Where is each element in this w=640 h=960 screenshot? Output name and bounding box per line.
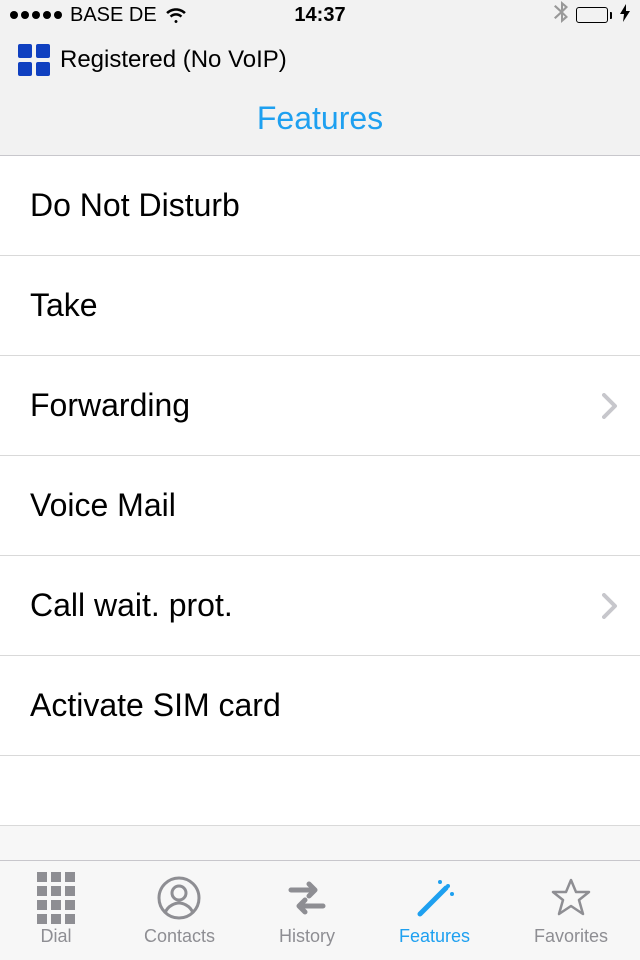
- features-list: Do Not Disturb Take Forwarding Voice Mai…: [0, 156, 640, 826]
- signal-strength-icon: [10, 11, 62, 19]
- status-right: [554, 1, 630, 29]
- feature-label: Take: [30, 287, 98, 324]
- feature-do-not-disturb[interactable]: Do Not Disturb: [0, 156, 640, 256]
- feature-activate-sim[interactable]: Activate SIM card: [0, 656, 640, 756]
- tab-label: Contacts: [144, 926, 215, 947]
- feature-forwarding[interactable]: Forwarding: [0, 356, 640, 456]
- tab-history[interactable]: History: [279, 874, 335, 947]
- feature-take[interactable]: Take: [0, 256, 640, 356]
- status-left: BASE DE: [10, 4, 187, 27]
- status-bar: BASE DE 14:37: [0, 0, 640, 30]
- tab-bar: Dial Contacts History Features Favorites: [0, 860, 640, 960]
- chevron-right-icon: [602, 593, 618, 619]
- feature-label: Voice Mail: [30, 487, 176, 524]
- tab-label: Dial: [40, 926, 71, 947]
- charging-icon: [620, 4, 630, 27]
- contacts-icon: [155, 874, 203, 922]
- feature-call-wait-prot[interactable]: Call wait. prot.: [0, 556, 640, 656]
- feature-label: Do Not Disturb: [30, 187, 240, 224]
- feature-voice-mail[interactable]: Voice Mail: [0, 456, 640, 556]
- app-header: Registered (No VoIP) Features: [0, 30, 640, 156]
- tab-label: Favorites: [534, 926, 608, 947]
- status-time: 14:37: [294, 4, 345, 27]
- feature-label: Call wait. prot.: [30, 587, 233, 624]
- tab-dial[interactable]: Dial: [32, 874, 80, 947]
- tab-label: Features: [399, 926, 470, 947]
- history-icon: [283, 874, 331, 922]
- bluetooth-icon: [554, 1, 568, 29]
- battery-icon: [576, 7, 612, 23]
- feature-label: Forwarding: [30, 387, 190, 424]
- wand-icon: [410, 874, 458, 922]
- tab-label: History: [279, 926, 335, 947]
- tab-contacts[interactable]: Contacts: [144, 874, 215, 947]
- tab-features[interactable]: Features: [399, 874, 470, 947]
- tab-favorites[interactable]: Favorites: [534, 874, 608, 947]
- list-spacer: [0, 756, 640, 826]
- app-grid-icon: [18, 44, 50, 76]
- registration-status-label: Registered (No VoIP): [60, 46, 287, 74]
- feature-label: Activate SIM card: [30, 687, 281, 724]
- page-title: Features: [0, 82, 640, 155]
- chevron-right-icon: [602, 393, 618, 419]
- star-icon: [547, 874, 595, 922]
- wifi-icon: [165, 6, 187, 24]
- carrier-label: BASE DE: [70, 4, 157, 27]
- keypad-icon: [32, 874, 80, 922]
- registration-status-row: Registered (No VoIP): [0, 30, 640, 82]
